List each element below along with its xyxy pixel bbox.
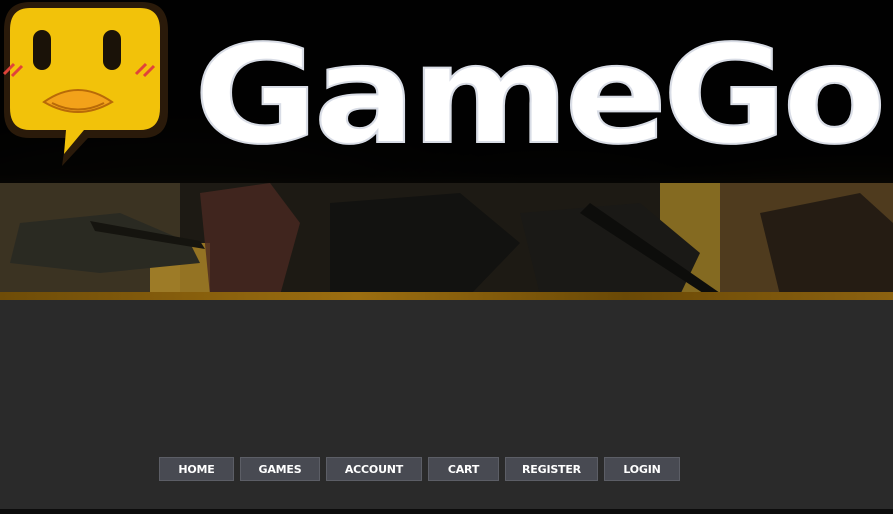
logo-wordmark-text: GameGo xyxy=(194,17,882,164)
duck-mascot-logo-icon xyxy=(2,2,168,166)
site-logo-wordmark[interactable]: GameGo xyxy=(190,14,890,164)
page: GameGo HOME GAMES ACCOUNT CART REGISTER … xyxy=(0,0,893,514)
main-nav: HOME GAMES ACCOUNT CART REGISTER LOGIN xyxy=(159,457,680,481)
banner-soldiers-artwork xyxy=(0,183,893,295)
nav-cart-button[interactable]: CART xyxy=(428,457,499,481)
nav-register-button[interactable]: REGISTER xyxy=(505,457,598,481)
header-banner: GameGo xyxy=(0,0,893,300)
nav-account-button[interactable]: ACCOUNT xyxy=(326,457,422,481)
nav-login-button[interactable]: LOGIN xyxy=(604,457,680,481)
banner-gold-divider xyxy=(0,292,893,300)
nav-games-button[interactable]: GAMES xyxy=(240,457,320,481)
footer-divider xyxy=(0,509,893,514)
nav-home-button[interactable]: HOME xyxy=(159,457,234,481)
